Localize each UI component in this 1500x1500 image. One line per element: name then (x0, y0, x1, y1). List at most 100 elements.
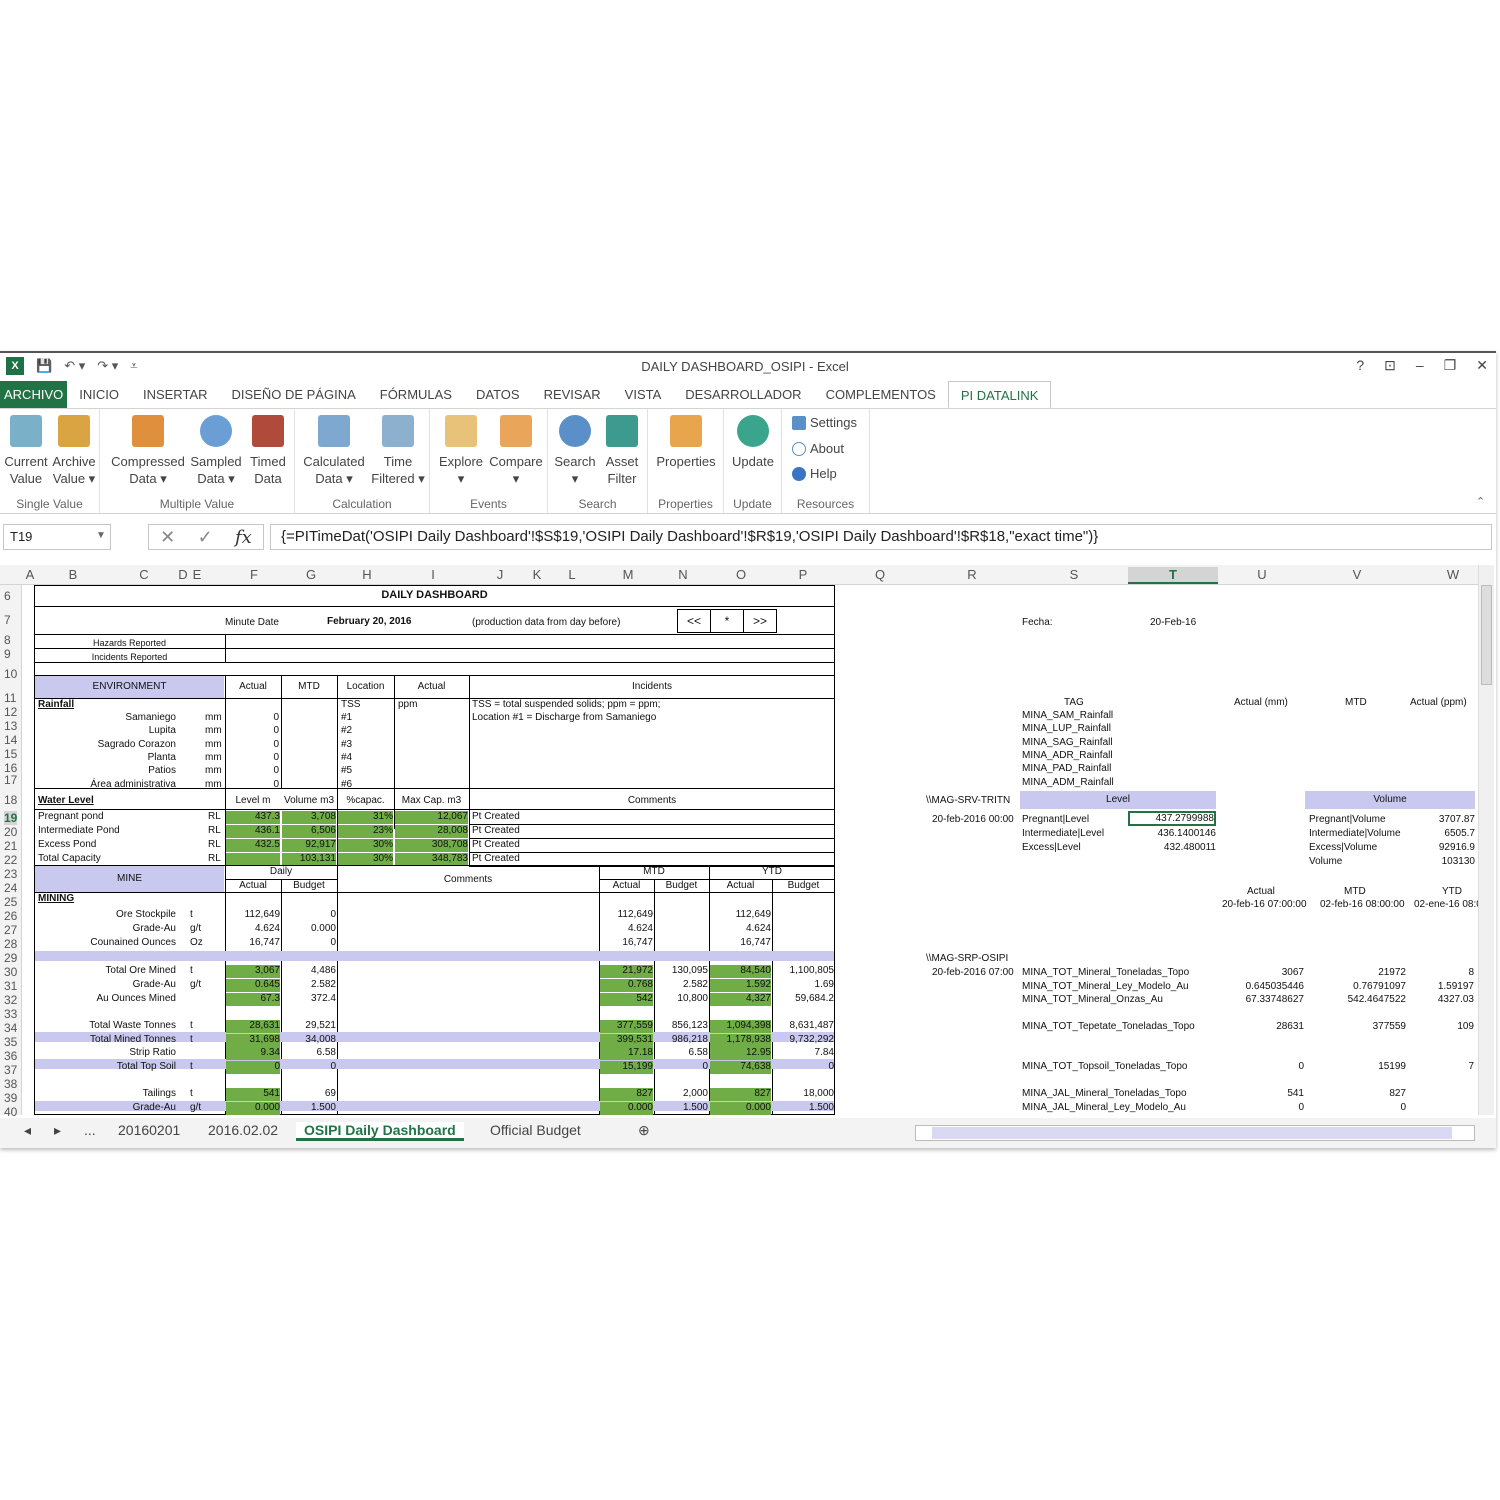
row-header-9[interactable]: 9 (4, 647, 11, 661)
cancel-icon[interactable]: ✕ (160, 527, 175, 548)
row-header-30[interactable]: 30 (4, 965, 17, 979)
row-header-25[interactable]: 25 (4, 895, 17, 909)
col-header-g[interactable]: G (284, 567, 338, 582)
level-value[interactable]: 437.2799988 (1128, 811, 1216, 826)
sheet-tab-osipi-daily-dashboard[interactable]: OSIPI Daily Dashboard (296, 1122, 464, 1141)
col-header-u[interactable]: U (1218, 567, 1306, 582)
formula-input[interactable]: {=PITimeDat('OSIPI Daily Dashboard'!$S$1… (270, 524, 1492, 550)
explore-button[interactable]: Explore ▾ (434, 415, 488, 487)
row-header-19[interactable]: 19 (4, 811, 18, 825)
new-sheet-button[interactable]: ⊕ (638, 1122, 650, 1139)
row-header-32[interactable]: 32 (4, 993, 17, 1007)
search-button[interactable]: Search ▾ (550, 415, 600, 487)
col-header-m[interactable]: M (600, 567, 656, 582)
row-header-40[interactable]: 40 (4, 1105, 17, 1119)
function-icon[interactable]: fx (235, 527, 252, 548)
col-header-c[interactable]: C (126, 567, 162, 582)
sheet-tab-2016-02-02[interactable]: 2016.02.02 (208, 1122, 278, 1138)
row-header-6[interactable]: 6 (4, 589, 11, 603)
save-icon[interactable]: 💾 (36, 358, 52, 374)
col-header-p[interactable]: P (772, 567, 834, 582)
row-header-36[interactable]: 36 (4, 1049, 17, 1063)
col-header-r[interactable]: R (926, 567, 1018, 582)
tab-diseno[interactable]: DISEÑO DE PÁGINA (220, 381, 368, 408)
about-button[interactable]: About (792, 441, 844, 456)
row-header-31[interactable]: 31 (4, 979, 17, 993)
prev-sheet-icon[interactable]: ◂ (24, 1122, 31, 1139)
prev-day-button[interactable]: << (678, 610, 711, 632)
col-header-h[interactable]: H (340, 567, 394, 582)
more-sheets[interactable]: ... (84, 1122, 96, 1138)
vertical-scrollbar[interactable] (1478, 565, 1494, 1115)
restore-button[interactable]: ❐ (1444, 357, 1457, 374)
update-button[interactable]: Update (728, 415, 778, 470)
row-header-34[interactable]: 34 (4, 1021, 17, 1035)
name-box[interactable]: T19 (3, 524, 111, 550)
tab-desarrollador[interactable]: DESARROLLADOR (673, 381, 813, 408)
row-header-22[interactable]: 22 (4, 853, 17, 867)
time-filtered-button[interactable]: Time Filtered ▾ (369, 415, 427, 487)
col-header-b[interactable]: B (50, 567, 96, 582)
row-header-11[interactable]: 11 (4, 691, 16, 705)
tab-inicio[interactable]: INICIO (67, 381, 131, 408)
row-header-27[interactable]: 27 (4, 923, 17, 937)
col-header-t[interactable]: T (1128, 567, 1218, 584)
row-header-24[interactable]: 24 (4, 881, 17, 895)
compare-button[interactable]: Compare ▾ (488, 415, 544, 487)
sheet-tab-20160201[interactable]: 20160201 (118, 1122, 180, 1138)
tab-complementos[interactable]: COMPLEMENTOS (814, 381, 948, 408)
row-header-35[interactable]: 35 (4, 1035, 17, 1049)
row-header-15[interactable]: 15 (4, 747, 17, 761)
row-header-8[interactable]: 8 (4, 633, 11, 647)
tab-insertar[interactable]: INSERTAR (131, 381, 220, 408)
col-header-n[interactable]: N (656, 567, 710, 582)
sheet-tab-official-budget[interactable]: Official Budget (490, 1122, 581, 1138)
row-header-23[interactable]: 23 (4, 867, 17, 881)
col-header-i[interactable]: I (396, 567, 470, 582)
undo-icon[interactable]: ↶ ▾ (64, 358, 85, 374)
close-button[interactable]: ✕ (1476, 357, 1488, 374)
worksheet-grid[interactable]: DAILY DASHBOARD Minute Date February 20,… (22, 585, 1478, 1115)
row-header-14[interactable]: 14 (4, 733, 17, 747)
col-header-s[interactable]: S (1020, 567, 1128, 582)
compressed-data-button[interactable]: Compressed Data ▾ (108, 415, 188, 487)
col-header-j[interactable]: J (470, 567, 530, 582)
asset-filter-button[interactable]: Asset Filter (598, 415, 646, 487)
sampled-data-button[interactable]: Sampled Data ▾ (188, 415, 244, 487)
tab-revisar[interactable]: REVISAR (532, 381, 613, 408)
row-header-29[interactable]: 29 (4, 951, 17, 965)
tab-vista[interactable]: VISTA (613, 381, 674, 408)
next-day-button[interactable]: >> (744, 610, 776, 632)
collapse-ribbon-icon[interactable]: ⌃ (1476, 495, 1485, 508)
h-scroll-thumb[interactable] (932, 1127, 1452, 1139)
row-header-13[interactable]: 13 (4, 719, 17, 733)
settings-button[interactable]: Settings (792, 415, 857, 430)
row-header-21[interactable]: 21 (4, 839, 17, 853)
col-header-e[interactable]: E (190, 567, 204, 582)
properties-button[interactable]: Properties (652, 415, 720, 470)
row-header-12[interactable]: 12 (4, 705, 17, 719)
row-header-7[interactable]: 7 (4, 613, 11, 627)
help-button[interactable]: ? (1356, 357, 1364, 374)
col-header-q[interactable]: Q (836, 567, 924, 582)
current-value-button[interactable]: Current Value (2, 415, 50, 487)
row-header-38[interactable]: 38 (4, 1077, 17, 1091)
row-header-18[interactable]: 18 (4, 793, 17, 807)
row-header-37[interactable]: 37 (4, 1063, 17, 1077)
row-header-26[interactable]: 26 (4, 909, 17, 923)
today-button[interactable]: * (711, 610, 744, 632)
calculated-data-button[interactable]: Calculated Data ▾ (299, 415, 369, 487)
col-header-v[interactable]: V (1306, 567, 1408, 582)
row-header-20[interactable]: 20 (4, 825, 17, 839)
timed-data-button[interactable]: Timed Data (244, 415, 292, 487)
scroll-thumb[interactable] (1481, 585, 1492, 685)
redo-icon[interactable]: ↷ ▾ (97, 358, 118, 374)
row-header-17[interactable]: 17 (4, 773, 17, 787)
row-header-33[interactable]: 33 (4, 1007, 17, 1021)
tab-pi-datalink[interactable]: PI DATALINK (947, 381, 1052, 408)
name-box-dropdown-icon[interactable]: ▼ (96, 530, 106, 541)
customize-qat-icon[interactable]: ⩡ (130, 358, 137, 374)
col-header-a[interactable]: A (22, 567, 38, 582)
row-header-10[interactable]: 10 (4, 667, 17, 681)
next-sheet-icon[interactable]: ▸ (54, 1122, 61, 1139)
